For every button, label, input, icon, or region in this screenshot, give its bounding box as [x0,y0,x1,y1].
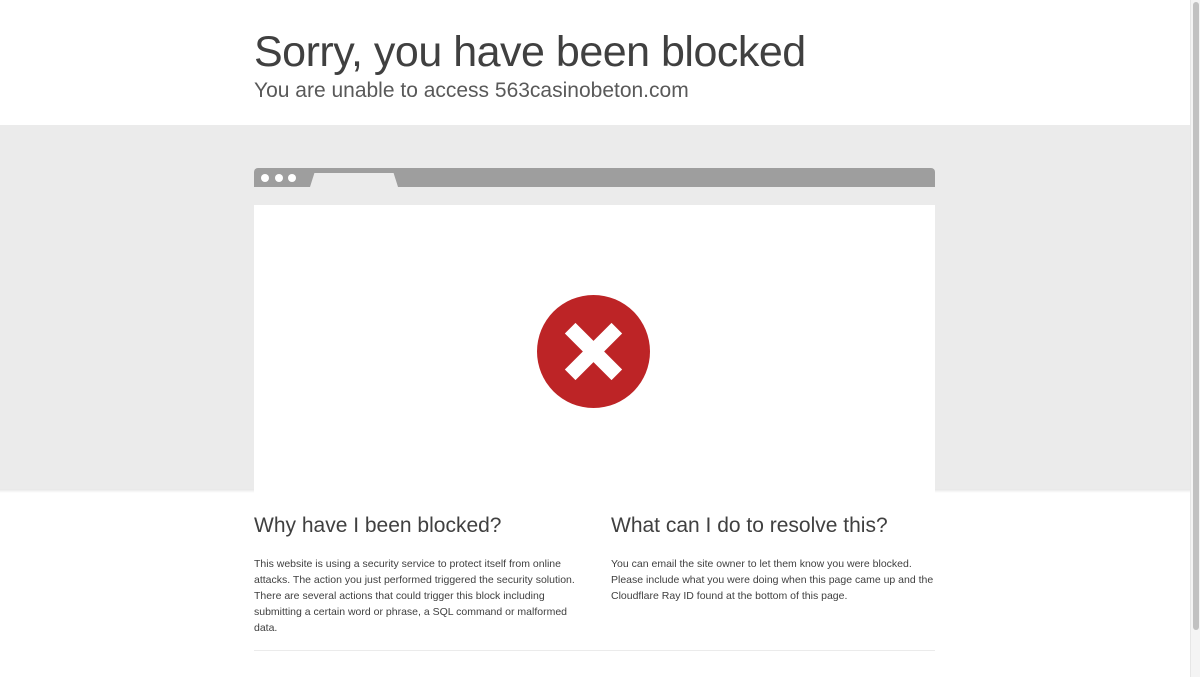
vertical-scrollbar[interactable] [1190,0,1200,677]
why-blocked-heading: Why have I been blocked? [254,514,502,537]
page-subtitle: You are unable to access 563casinobeton.… [254,79,689,102]
resolve-text: You can email the site owner to let them… [611,558,934,602]
resolve-heading: What can I do to resolve this? [611,514,888,537]
browser-mock-tab [310,173,398,187]
block-x-icon [537,295,650,408]
why-blocked-section: Why have I been blocked? This website is… [254,512,584,636]
block-page: Sorry, you have been blocked You are una… [0,0,1200,677]
resolve-section: What can I do to resolve this? You can e… [611,512,936,604]
scrollbar-thumb[interactable] [1193,2,1199,630]
page-title: Sorry, you have been blocked [254,28,806,76]
window-dot-icon [288,174,296,182]
browser-mock-toolbar [254,168,935,187]
window-dot-icon [275,174,283,182]
window-dot-icon [261,174,269,182]
browser-mock-window [254,205,935,493]
footer-divider [254,650,935,651]
why-blocked-text: This website is using a security service… [254,558,575,634]
page-header: Sorry, you have been blocked You are una… [0,0,1190,125]
